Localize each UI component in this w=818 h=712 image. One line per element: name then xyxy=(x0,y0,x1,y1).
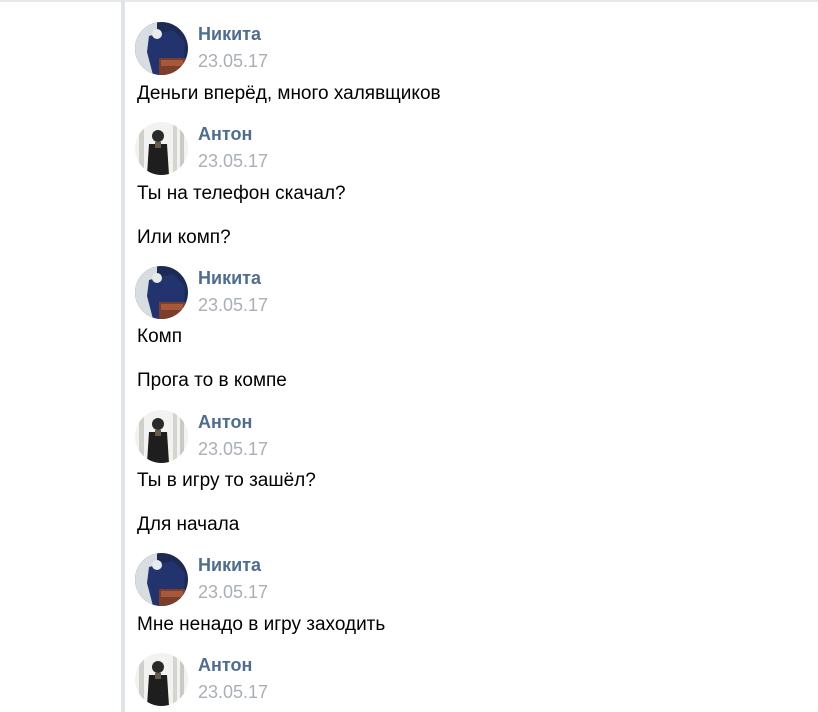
author-name[interactable]: Никита xyxy=(198,268,261,289)
message-text: Ты в игру то зашёл? xyxy=(137,470,316,491)
message-history: Никита 23.05.17 Деньги вперёд, много хал… xyxy=(133,0,793,712)
left-rail xyxy=(121,0,125,712)
nikita-avatar[interactable] xyxy=(135,22,188,75)
author-name[interactable]: Никита xyxy=(198,555,261,576)
message-date[interactable]: 23.05.17 xyxy=(198,439,268,460)
author-name[interactable]: Никита xyxy=(198,24,261,45)
message-text: Прога то в компе xyxy=(137,370,287,391)
nikita-avatar[interactable] xyxy=(135,553,188,606)
message-date[interactable]: 23.05.17 xyxy=(198,151,268,172)
message-group: Антон 23.05.17 Ты в игру то зашёл? Для н… xyxy=(133,410,793,545)
anton-avatar[interactable] xyxy=(135,122,188,175)
message-date[interactable]: 23.05.17 xyxy=(198,295,268,316)
message-date[interactable]: 23.05.17 xyxy=(198,582,268,603)
message-text: Для начала xyxy=(137,514,240,535)
author-name[interactable]: Антон xyxy=(198,124,252,145)
message-group: Никита 23.05.17 Комп Прога то в компе xyxy=(133,266,793,401)
author-name[interactable]: Антон xyxy=(198,412,252,433)
anton-avatar[interactable] xyxy=(135,410,188,463)
message-text: Деньги вперёд, много халявщиков xyxy=(137,83,441,104)
message-text: Или комп? xyxy=(137,227,231,248)
author-name[interactable]: Антон xyxy=(198,655,252,676)
message-date[interactable]: 23.05.17 xyxy=(198,51,268,72)
message-group: Антон 23.05.17 Ты на телефон скачал? Или… xyxy=(133,122,793,257)
chat-page: Никита 23.05.17 Деньги вперёд, много хал… xyxy=(0,0,818,712)
nikita-avatar[interactable] xyxy=(135,266,188,319)
message-text: Мне ненадо в игру заходить xyxy=(137,614,386,635)
message-group: Антон 23.05.17 xyxy=(133,653,793,712)
anton-avatar[interactable] xyxy=(135,653,188,706)
message-group: Никита 23.05.17 Мне ненадо в игру заходи… xyxy=(133,553,793,643)
message-group: Никита 23.05.17 Деньги вперёд, много хал… xyxy=(133,22,793,112)
message-date[interactable]: 23.05.17 xyxy=(198,682,268,703)
message-text: Ты на телефон скачал? xyxy=(137,183,346,204)
message-text: Комп xyxy=(137,326,182,347)
